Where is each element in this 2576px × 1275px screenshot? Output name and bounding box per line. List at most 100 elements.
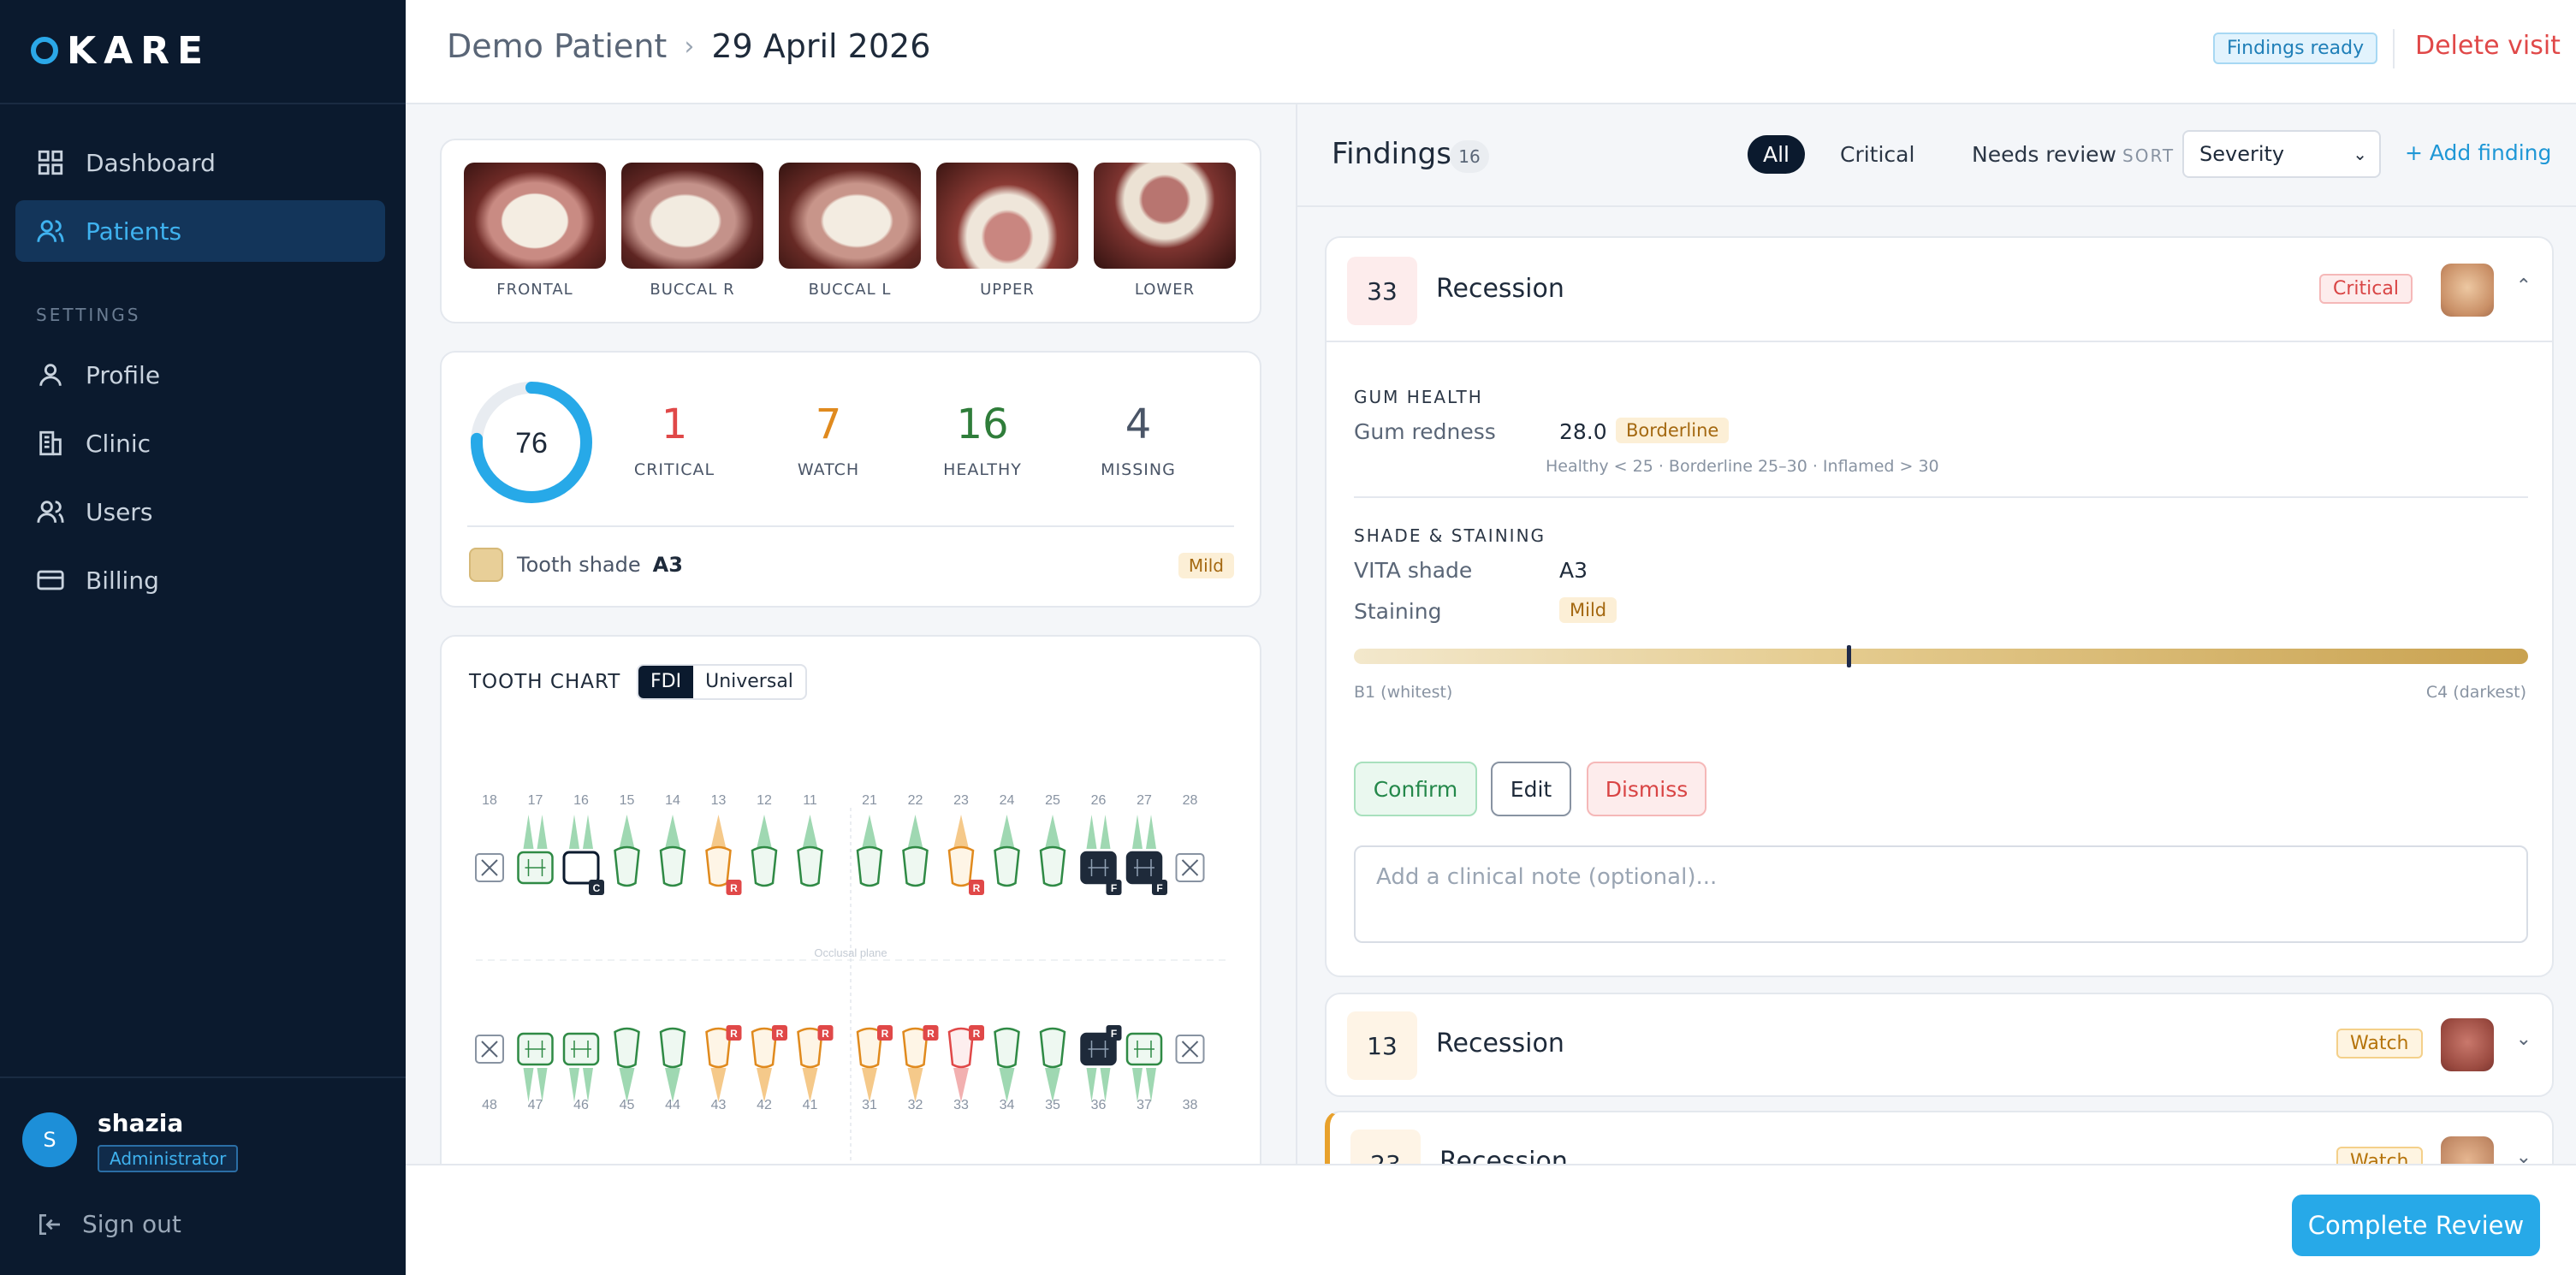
- tooth-45[interactable]: 45: [614, 1027, 640, 1112]
- tooth-number: 47: [528, 1098, 543, 1112]
- sort-select[interactable]: Severity ⌄: [2182, 130, 2381, 178]
- tooth-tag-label: R: [973, 882, 981, 894]
- tooth-root: [569, 815, 579, 849]
- stat-label: HEALTHY: [943, 460, 1022, 479]
- tooth-number: 11: [803, 793, 817, 808]
- tooth-48[interactable]: 48: [475, 1035, 504, 1112]
- tooth-25[interactable]: 25: [1039, 793, 1066, 887]
- tooth-number: 48: [482, 1098, 497, 1112]
- tooth-tag-label: C: [593, 882, 601, 894]
- tooth-23[interactable]: 23 R: [947, 793, 984, 895]
- nav-patients-label: Patients: [86, 216, 182, 246]
- tooth-37[interactable]: 37: [1125, 1032, 1163, 1112]
- tooth-46[interactable]: 46: [562, 1032, 600, 1112]
- tooth-33[interactable]: 33R: [947, 1025, 984, 1112]
- photo-buccal-l[interactable]: [779, 163, 921, 269]
- chevron-down-icon: ⌄: [2353, 144, 2367, 164]
- tooth-36[interactable]: 36 F: [1080, 1025, 1122, 1112]
- tooth-root: [907, 815, 923, 849]
- tooth-root: [802, 815, 818, 849]
- toggle-universal[interactable]: Universal: [693, 666, 805, 698]
- tooth-22[interactable]: 22: [902, 793, 929, 887]
- photo-lower[interactable]: [1094, 163, 1236, 269]
- tooth-26[interactable]: 26 F: [1080, 793, 1122, 895]
- chevron-down-icon[interactable]: ⌄: [2516, 1147, 2531, 1164]
- sign-out-label: Sign out: [82, 1210, 181, 1238]
- filter-needs-review[interactable]: Needs review: [1956, 135, 2132, 174]
- tooth-31[interactable]: 31R: [856, 1025, 893, 1112]
- tooth-crown: [614, 845, 640, 887]
- filter-critical[interactable]: Critical: [1825, 135, 1930, 174]
- nav-users[interactable]: Users: [15, 481, 385, 543]
- tooth-18[interactable]: 18: [475, 793, 504, 882]
- user-profile[interactable]: S shazia Administrator: [22, 1109, 239, 1172]
- finding-thumbnail[interactable]: [2441, 264, 2494, 317]
- tooth-13[interactable]: 13 R: [705, 793, 742, 895]
- findings-header: Findings 16 All Critical Needs review SO…: [1297, 104, 2576, 207]
- tooth-11[interactable]: 11: [797, 793, 823, 887]
- photo-frontal[interactable]: [464, 163, 606, 269]
- nav-profile[interactable]: Profile: [15, 344, 385, 406]
- tooth-28[interactable]: 28: [1175, 793, 1205, 882]
- clinical-note-input[interactable]: Add a clinical note (optional)...: [1354, 845, 2528, 943]
- finding-thumbnail[interactable]: [2441, 1136, 2494, 1164]
- tooth-41[interactable]: 41R: [797, 1025, 834, 1112]
- tooth-32[interactable]: 32R: [902, 1025, 939, 1112]
- divider: [467, 525, 1234, 527]
- complete-review-button[interactable]: Complete Review: [2292, 1195, 2540, 1256]
- users-icon: [37, 220, 64, 242]
- finding-thumbnail[interactable]: [2441, 1018, 2494, 1071]
- tooth-14[interactable]: 14: [659, 793, 686, 887]
- toggle-fdi[interactable]: FDI: [638, 666, 694, 698]
- nav-clinic[interactable]: Clinic: [15, 412, 385, 474]
- tooth-47[interactable]: 47: [517, 1032, 554, 1112]
- finding-card[interactable]: 23 Recession Watch ⌄: [1325, 1111, 2554, 1164]
- add-finding-button[interactable]: + Add finding: [2405, 140, 2551, 165]
- app-logo[interactable]: KARE: [31, 29, 211, 73]
- tooth-root: [583, 815, 593, 849]
- photo-upper[interactable]: [936, 163, 1078, 269]
- tooth-15[interactable]: 15: [614, 793, 640, 887]
- sort-label: SORT: [2122, 145, 2175, 166]
- shade-scale-marker: [1847, 645, 1852, 667]
- chevron-down-icon[interactable]: ⌄: [2516, 1029, 2531, 1050]
- header-divider: [2393, 29, 2395, 68]
- tooth-35[interactable]: 35: [1039, 1027, 1066, 1112]
- edit-button[interactable]: Edit: [1491, 762, 1571, 816]
- tooth-12[interactable]: 12: [751, 793, 778, 887]
- filter-all[interactable]: All: [1748, 135, 1805, 174]
- health-score-ring: 76: [471, 382, 592, 503]
- finding-name: Recession: [1439, 1147, 1568, 1164]
- tooth-17[interactable]: 17: [517, 793, 554, 885]
- tooth-root: [907, 1068, 923, 1102]
- tooth-34[interactable]: 34: [994, 1027, 1020, 1112]
- finding-header[interactable]: 33 Recession Critical ⌃: [1327, 238, 2552, 342]
- photo-buccal-r[interactable]: [621, 163, 763, 269]
- divider: [1354, 496, 2528, 498]
- chevron-up-icon[interactable]: ⌃: [2516, 276, 2531, 297]
- findings-panel: Findings 16 All Critical Needs review SO…: [1296, 104, 2576, 1164]
- tooth-27[interactable]: 27 F: [1125, 793, 1167, 895]
- nav-patients[interactable]: Patients: [15, 200, 385, 262]
- tooth-43[interactable]: 43R: [705, 1025, 742, 1112]
- sign-out-button[interactable]: Sign out: [36, 1210, 181, 1238]
- breadcrumb-patient[interactable]: Demo Patient: [447, 27, 667, 65]
- photo-label: LOWER: [1134, 281, 1196, 299]
- tooth-21[interactable]: 21: [856, 793, 883, 887]
- confirm-button[interactable]: Confirm: [1354, 762, 1477, 816]
- tooth-number: 46: [573, 1098, 589, 1112]
- nav-billing[interactable]: Billing: [15, 549, 385, 611]
- tooth-24[interactable]: 24: [994, 793, 1020, 887]
- tooth-crown: [947, 845, 975, 887]
- delete-visit-button[interactable]: Delete visit: [2415, 31, 2561, 61]
- dismiss-button[interactable]: Dismiss: [1587, 762, 1706, 816]
- tooth-38[interactable]: 38: [1175, 1035, 1205, 1112]
- tooth-root: [1086, 815, 1097, 849]
- tooth-42[interactable]: 42R: [751, 1025, 787, 1112]
- finding-card[interactable]: 13 Recession Watch ⌄: [1325, 993, 2554, 1097]
- nav-dashboard-label: Dashboard: [86, 148, 216, 177]
- stat-watch: 7 WATCH: [760, 400, 897, 479]
- tooth-44[interactable]: 44: [659, 1027, 686, 1112]
- tooth-16[interactable]: 16 C: [562, 793, 604, 895]
- nav-dashboard[interactable]: Dashboard: [15, 132, 385, 193]
